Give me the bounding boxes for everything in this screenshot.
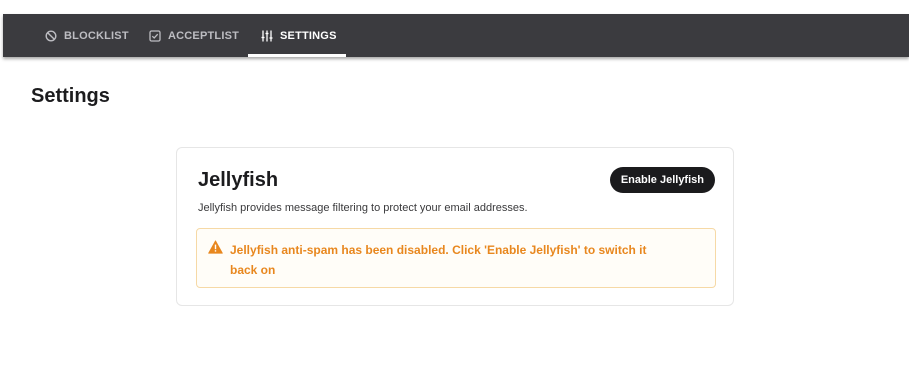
active-tab-indicator <box>248 54 346 57</box>
tab-label: SETTINGS <box>280 29 337 42</box>
tab-settings[interactable]: SETTINGS <box>248 14 346 57</box>
jellyfish-card: Jellyfish Enable Jellyfish Jellyfish pro… <box>176 147 734 306</box>
checkbox-icon <box>149 29 161 42</box>
card-description: Jellyfish provides message filtering to … <box>198 202 528 214</box>
warning-triangle-icon <box>208 240 223 254</box>
tab-label: BLOCKLIST <box>64 29 129 42</box>
tab-blocklist[interactable]: BLOCKLIST <box>45 14 129 57</box>
tab-label: ACCEPTLIST <box>168 29 240 42</box>
blocked-circle-icon <box>45 29 57 42</box>
page-title: Settings <box>31 85 110 107</box>
tab-acceptlist[interactable]: ACCEPTLIST <box>149 14 239 57</box>
alert-message: Jellyfish anti-spam has been disabled. C… <box>230 243 647 277</box>
disabled-warning-alert: Jellyfish anti-spam has been disabled. C… <box>196 228 716 288</box>
enable-jellyfish-button[interactable]: Enable Jellyfish <box>609 167 715 193</box>
card-title: Jellyfish <box>198 169 279 191</box>
sliders-icon <box>261 30 273 42</box>
settings-page: BLOCKLIST ACCEPTLIST SETTINGS Settings J… <box>0 0 909 387</box>
top-nav-bar: BLOCKLIST ACCEPTLIST SETTINGS <box>3 14 909 57</box>
